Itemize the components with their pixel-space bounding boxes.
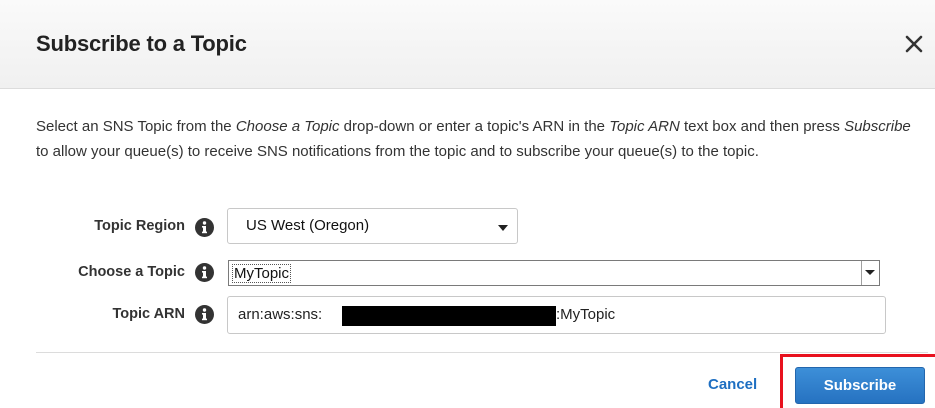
topic-arn-input[interactable]: arn:aws:sns: :MyTopic [227, 296, 886, 334]
choose-topic-value: MyTopic [232, 264, 292, 283]
highlight-annotation [780, 354, 935, 408]
dialog-header: Subscribe to a Topic [0, 0, 935, 89]
arn-suffix-text: :MyTopic [556, 306, 616, 323]
choose-topic-dropdown[interactable]: MyTopic [228, 260, 880, 286]
info-icon[interactable] [195, 305, 214, 324]
topic-arn-label: Topic ARN [112, 306, 186, 322]
redacted-account-id [342, 306, 556, 326]
chevron-down-icon [498, 225, 508, 231]
topic-region-select[interactable]: US West (Oregon) [227, 208, 518, 244]
close-icon[interactable] [902, 28, 928, 58]
instructions-text: Select an SNS Topic from the Choose a To… [36, 118, 911, 160]
choose-topic-label: Choose a Topic [78, 264, 185, 280]
topic-region-label: Topic Region [94, 218, 185, 234]
info-icon[interactable] [195, 218, 214, 237]
dropdown-button[interactable] [861, 261, 879, 285]
dialog-title: Subscribe to a Topic [36, 31, 247, 56]
info-icon[interactable] [195, 263, 214, 282]
topic-region-value: US West (Oregon) [246, 217, 370, 234]
chevron-down-icon [865, 270, 875, 275]
footer-divider [36, 352, 928, 353]
cancel-button[interactable]: Cancel [708, 376, 757, 393]
arn-prefix-text: arn:aws:sns: [238, 306, 323, 323]
